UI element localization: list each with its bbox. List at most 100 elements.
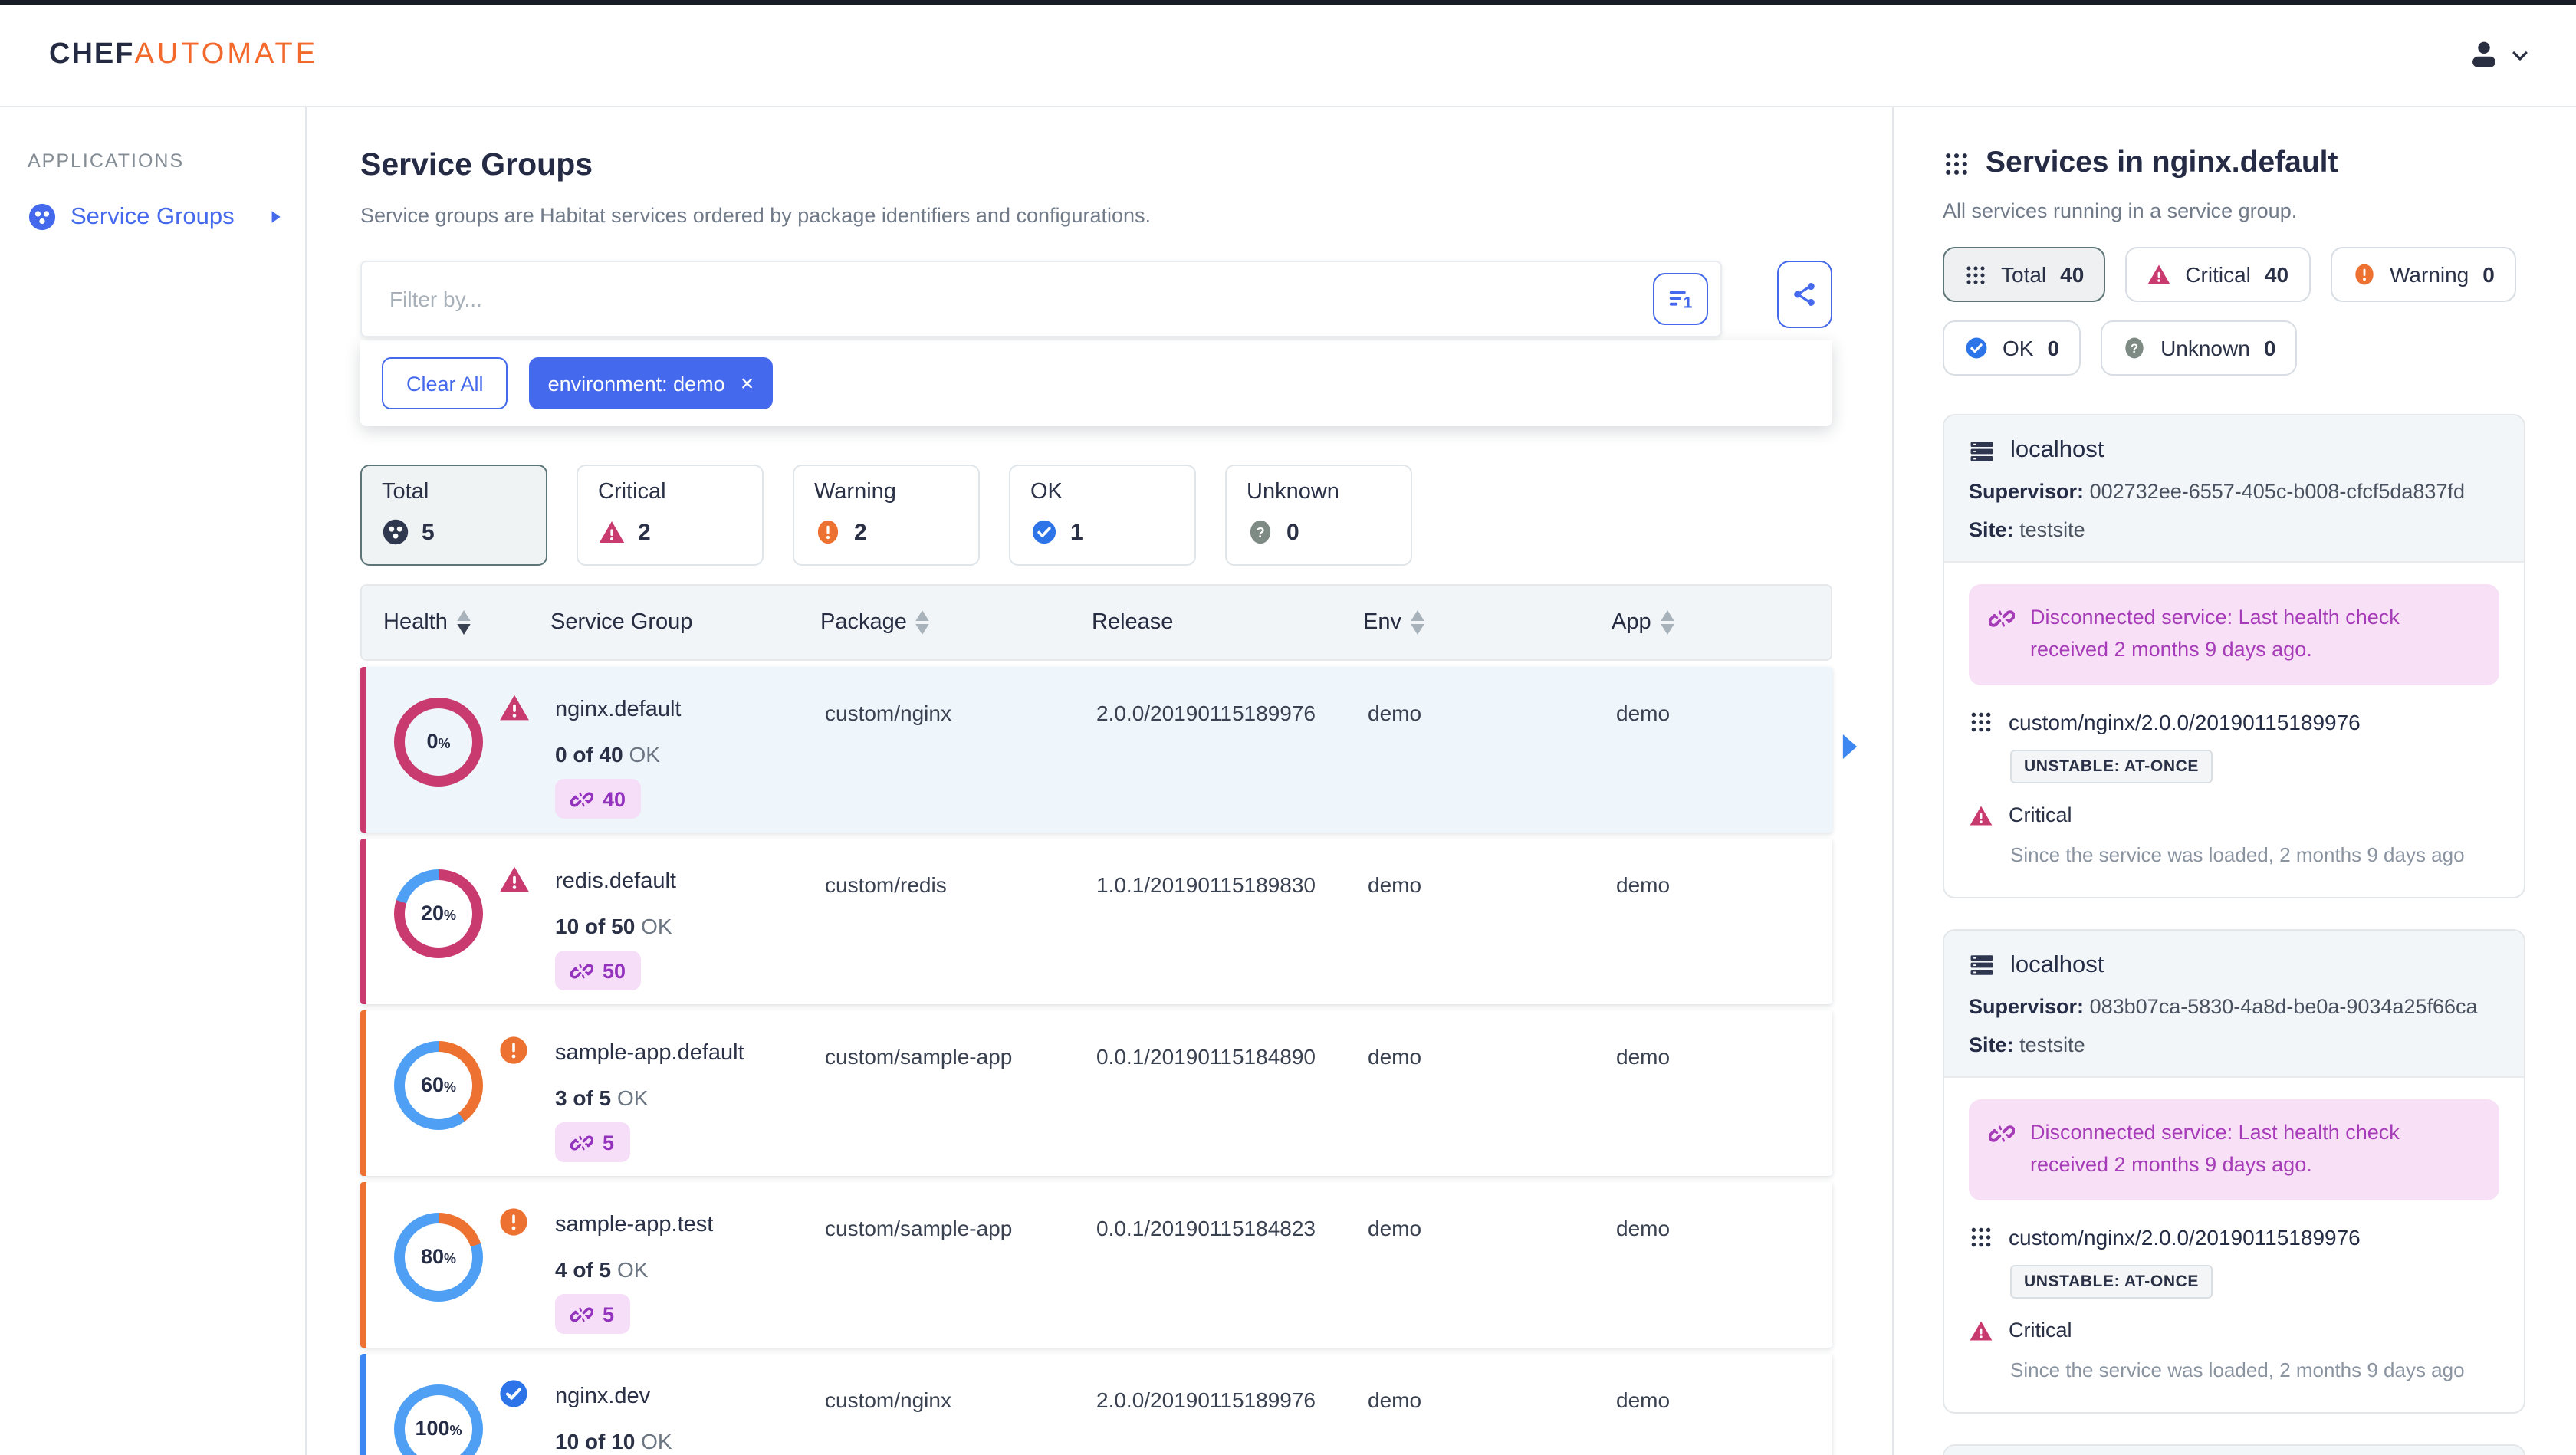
service-group-row[interactable]: 20% redis.default 10 of 50 OK 50 custom/…	[360, 839, 1832, 1004]
status-filter-card[interactable]: Warning ? 2	[793, 465, 980, 566]
chef-automate-logo[interactable]: CHEF AUTOMATE	[49, 38, 318, 72]
pill-label: Critical	[2185, 262, 2251, 287]
sidebar-item-label: Service Groups	[71, 203, 235, 229]
service-group-cell: redis.default 10 of 50 OK 50	[555, 839, 825, 1004]
service-group-cell: nginx.dev 10 of 10 OK 10	[555, 1354, 825, 1455]
chevron-right-icon[interactable]	[1840, 734, 1860, 759]
sidebar-item-service-groups[interactable]: Service Groups	[28, 202, 284, 232]
health-cell: 20%	[388, 839, 555, 1004]
service-group-cell: sample-app.test 4 of 5 OK 5	[555, 1182, 825, 1348]
status-card-count: 2	[854, 519, 867, 545]
health-cell: 100%	[388, 1354, 555, 1455]
since-loaded-text: Since the service was loaded, 2 months 9…	[2010, 1358, 2465, 1381]
status-filter-card[interactable]: Unknown ? 0	[1225, 465, 1412, 566]
page-title: Service Groups	[360, 147, 593, 182]
service-group-row[interactable]: 80% sample-app.test 4 of 5 OK 5 custom/s…	[360, 1182, 1832, 1348]
service-group-name: sample-app.test	[555, 1213, 714, 1237]
pill-label: Warning	[2390, 262, 2469, 287]
sort-arrows-icon[interactable]	[1660, 610, 1674, 635]
user-menu[interactable]	[2467, 38, 2530, 72]
release-cell: 2.0.0/20190115189976	[1096, 701, 1316, 725]
service-status-pill[interactable]: ? Critical 40	[2125, 247, 2311, 302]
svg-text:1: 1	[1683, 293, 1692, 310]
service-group-row[interactable]: 100% nginx.dev 10 of 10 OK 10 custom/ngi…	[360, 1354, 1832, 1455]
server-icon	[1969, 438, 1995, 464]
services-grid-icon	[1943, 149, 1970, 177]
app-cell: demo	[1616, 1216, 1671, 1240]
close-icon[interactable]: ×	[741, 372, 754, 395]
panel-subtitle: All services running in a service group.	[1943, 199, 2298, 222]
health-cell: 80%	[388, 1182, 555, 1348]
status-filter-card[interactable]: OK ? 1	[1009, 465, 1196, 566]
sort-arrows-icon[interactable]	[457, 610, 471, 635]
service-status-pill[interactable]: ? Unknown 0	[2101, 320, 2298, 376]
service-group-cell: sample-app.default 3 of 5 OK 5	[555, 1010, 825, 1176]
release-cell: 1.0.1/20190115189830	[1096, 872, 1316, 897]
share-button[interactable]	[1777, 261, 1832, 328]
package-line: custom/nginx/2.0.0/20190115189976	[1969, 710, 2499, 734]
disconnected-notice: Disconnected service: Last health check …	[1969, 1099, 2499, 1200]
unknown-icon: ?	[1247, 518, 1274, 546]
column-header[interactable]: App	[1612, 610, 1831, 635]
service-status-pill[interactable]: ? OK 0	[1943, 320, 2082, 376]
column-label: App	[1612, 610, 1651, 635]
ok-ratio: 10 of 10 OK	[555, 1429, 672, 1453]
app-cell: demo	[1616, 1388, 1671, 1412]
table-rows: 0% nginx.default 0 of 40 OK 40 custom/ng…	[360, 667, 1858, 1455]
clear-all-button[interactable]: Clear All	[382, 357, 508, 409]
filter-count-button[interactable]: 1	[1653, 273, 1708, 325]
filter-chip[interactable]: environment: demo ×	[529, 357, 773, 409]
status-card-count: 0	[1286, 519, 1300, 545]
column-header[interactable]: Release	[1092, 610, 1363, 635]
app-cell: demo	[1616, 701, 1671, 725]
service-group-name: nginx.dev	[555, 1384, 651, 1409]
status-card-label: OK	[1030, 480, 1063, 504]
host-name: localhost	[2010, 951, 2104, 978]
sort-arrows-icon[interactable]	[1411, 610, 1424, 635]
filter-chips: environment: demo ×	[529, 357, 773, 409]
status-card-label: Total	[382, 480, 429, 504]
supervisor-line: Supervisor: 002732ee-6557-405c-b008-cfcf…	[1969, 480, 2465, 503]
env-cell: demo	[1368, 1216, 1422, 1240]
health-donut: 60%	[394, 1041, 483, 1130]
update-strategy-badge: UNSTABLE: AT-ONCE	[2010, 749, 2213, 783]
filter-row: 1	[360, 261, 1832, 337]
service-group-row[interactable]: 60% sample-app.default 3 of 5 OK 5 custo…	[360, 1010, 1832, 1176]
pill-count: 40	[2060, 262, 2085, 287]
status-filter-card[interactable]: Critical ? 2	[577, 465, 764, 566]
sidebar-section-label: APPLICATIONS	[28, 150, 185, 172]
column-header[interactable]: Env	[1363, 610, 1612, 635]
broken-link-icon	[1989, 1125, 2015, 1142]
health-donut: 80%	[394, 1213, 483, 1302]
update-strategy-badge: UNSTABLE: AT-ONCE	[2010, 1264, 2213, 1299]
site-line: Site: testsite	[1969, 1033, 2085, 1056]
status-card-label: Warning	[814, 480, 896, 504]
since-loaded-text: Since the service was loaded, 2 months 9…	[2010, 842, 2465, 866]
ok-ratio: 10 of 50 OK	[555, 914, 672, 938]
column-header[interactable]: Health	[383, 610, 550, 635]
svg-text:?: ?	[1256, 525, 1265, 541]
health-cell: 0%	[388, 667, 555, 833]
package-cell: custom/sample-app	[825, 1044, 1013, 1069]
service-card: localhost Supervisor: 002732ee-6557-405c…	[1943, 414, 2525, 898]
critical-icon	[1969, 803, 1993, 828]
service-group-row[interactable]: 0% nginx.default 0 of 40 OK 40 custom/ng…	[360, 667, 1858, 833]
column-header[interactable]: Package	[820, 610, 1092, 635]
sidebar: APPLICATIONS Service Groups	[0, 107, 307, 1455]
filter-input[interactable]	[386, 285, 1653, 313]
chevron-right-icon[interactable]	[267, 209, 284, 225]
habitat-total-icon	[382, 518, 409, 546]
package-cell: custom/redis	[825, 872, 947, 897]
package-cell: custom/nginx	[825, 701, 951, 725]
service-status-pill[interactable]: ? Total 40	[1943, 247, 2106, 302]
column-header[interactable]: Service Group	[550, 610, 820, 635]
service-status-pill[interactable]: ? Warning 0	[2330, 247, 2516, 302]
sort-arrows-icon[interactable]	[916, 610, 930, 635]
service-card-header: localhost Supervisor: 002732ee-6557-405c…	[1944, 415, 2524, 563]
health-donut: 100%	[394, 1384, 483, 1455]
panel-title: Services in nginx.default	[1986, 146, 2338, 179]
warning-icon	[814, 518, 842, 546]
status-filter-card[interactable]: Total ? 5	[360, 465, 547, 566]
critical-icon	[498, 863, 531, 1004]
health-status-line: Critical	[1969, 1318, 2499, 1342]
